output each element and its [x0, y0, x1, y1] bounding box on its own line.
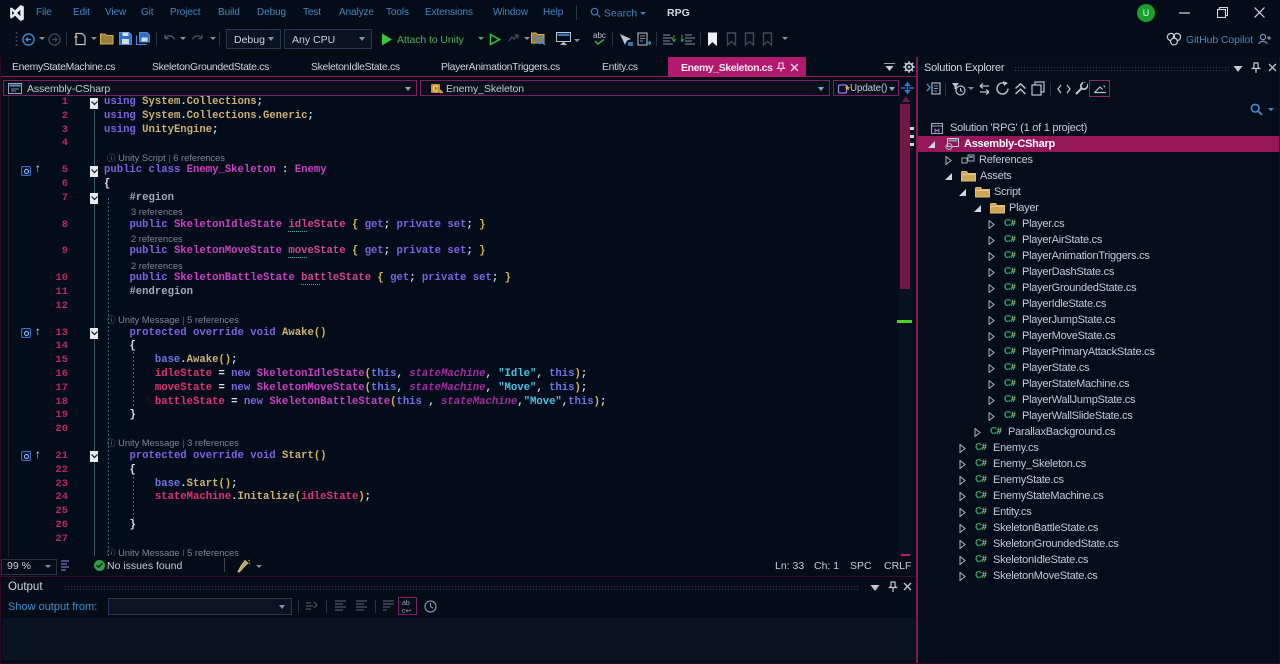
svg-text:C: C: [433, 84, 439, 93]
